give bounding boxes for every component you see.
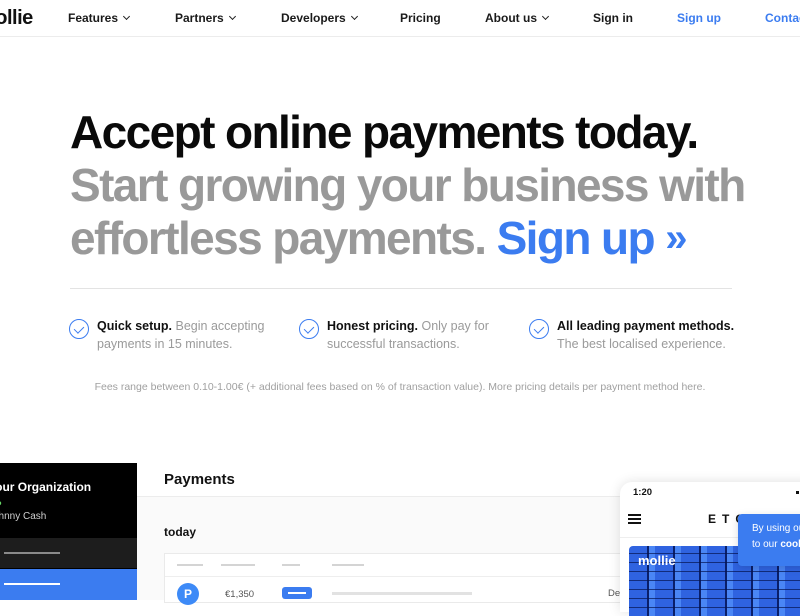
- user-name: Johnny Cash: [0, 511, 47, 522]
- section-divider: [70, 288, 732, 289]
- cookie-text-line-1: By using our: [752, 523, 800, 534]
- nav-partners[interactable]: Partners: [175, 11, 236, 25]
- menu-item-placeholder: [4, 552, 60, 554]
- nav-sign-up[interactable]: Sign up: [677, 11, 721, 25]
- status-badge: [282, 587, 312, 599]
- chevron-down-icon: [228, 12, 236, 21]
- description-placeholder: [332, 592, 472, 595]
- hero-sign-up-link[interactable]: Sign up »: [496, 212, 688, 264]
- nav-developers-label: Developers: [281, 11, 346, 25]
- banner-mollie-logo: mollie: [638, 553, 676, 568]
- sign-up-label: Sign up: [496, 212, 656, 264]
- hero-subline-1: Start growing your business with: [70, 159, 746, 211]
- dashboard-sidebar: Your Organization ● Johnny Cash: [0, 463, 137, 600]
- nav-about-us[interactable]: About us: [485, 11, 550, 25]
- column-header: [221, 564, 255, 566]
- column-header: [282, 564, 300, 566]
- sidebar-menu-item-active[interactable]: [0, 569, 137, 600]
- phone-time: 1:20: [633, 487, 653, 498]
- sidebar-menu-item[interactable]: [0, 538, 137, 568]
- signal-icon: [796, 491, 799, 494]
- organization-name: Your Organization: [0, 480, 92, 494]
- mollie-logo[interactable]: mollie: [0, 7, 33, 30]
- cookie-prefix: to our: [752, 539, 781, 550]
- fees-note: Fees range between 0.10-1.00€ (+ additio…: [94, 381, 706, 393]
- check-circle-icon: [299, 319, 319, 339]
- nav-partners-label: Partners: [175, 11, 224, 25]
- hero-subline-2: effortless payments.: [70, 212, 487, 264]
- double-chevron-right-icon: »: [665, 216, 687, 260]
- check-circle-icon: [529, 319, 549, 339]
- feature-title: All leading payment methods.: [557, 319, 735, 333]
- nav-contact[interactable]: Contact: [765, 11, 800, 25]
- menu-item-placeholder: [4, 583, 60, 585]
- nav-about-label: About us: [485, 11, 537, 25]
- nav-developers[interactable]: Developers: [281, 11, 358, 25]
- column-header: [177, 564, 203, 566]
- hero-heading: Accept online payments today. Start grow…: [70, 106, 770, 268]
- column-header: [332, 564, 364, 566]
- chevron-down-icon: [541, 12, 550, 21]
- hamburger-menu-icon[interactable]: [628, 514, 641, 524]
- nav-features-label: Features: [68, 11, 119, 25]
- hero-subline-2-row: effortless payments. Sign up »: [70, 212, 770, 268]
- payments-title: Payments: [164, 471, 235, 488]
- feature-title: Quick setup.: [97, 319, 173, 333]
- top-navigation: mollie Features Partners Developers Pric…: [0, 0, 800, 37]
- chevron-down-icon: [122, 12, 131, 21]
- nav-pricing[interactable]: Pricing: [400, 11, 441, 25]
- payment-amount: €1,350: [225, 589, 255, 600]
- payment-date: De: [608, 588, 621, 599]
- check-circle-icon: [69, 319, 89, 339]
- cookie-notice[interactable]: By using our to our cookie: [738, 514, 800, 566]
- section-today: today: [164, 525, 197, 539]
- cookie-text-line-2: to our cookie: [752, 537, 800, 553]
- nav-sign-in[interactable]: Sign in: [593, 11, 633, 25]
- cookie-link[interactable]: cookie: [780, 539, 800, 550]
- status-dot: ●: [0, 498, 2, 509]
- feature-text: The best localised experience.: [557, 337, 726, 351]
- hero-headline: Accept online payments today.: [70, 106, 699, 158]
- paypal-icon: P: [177, 583, 199, 605]
- feature-title: Honest pricing.: [327, 319, 418, 333]
- chevron-down-icon: [350, 12, 358, 21]
- nav-features[interactable]: Features: [68, 11, 131, 25]
